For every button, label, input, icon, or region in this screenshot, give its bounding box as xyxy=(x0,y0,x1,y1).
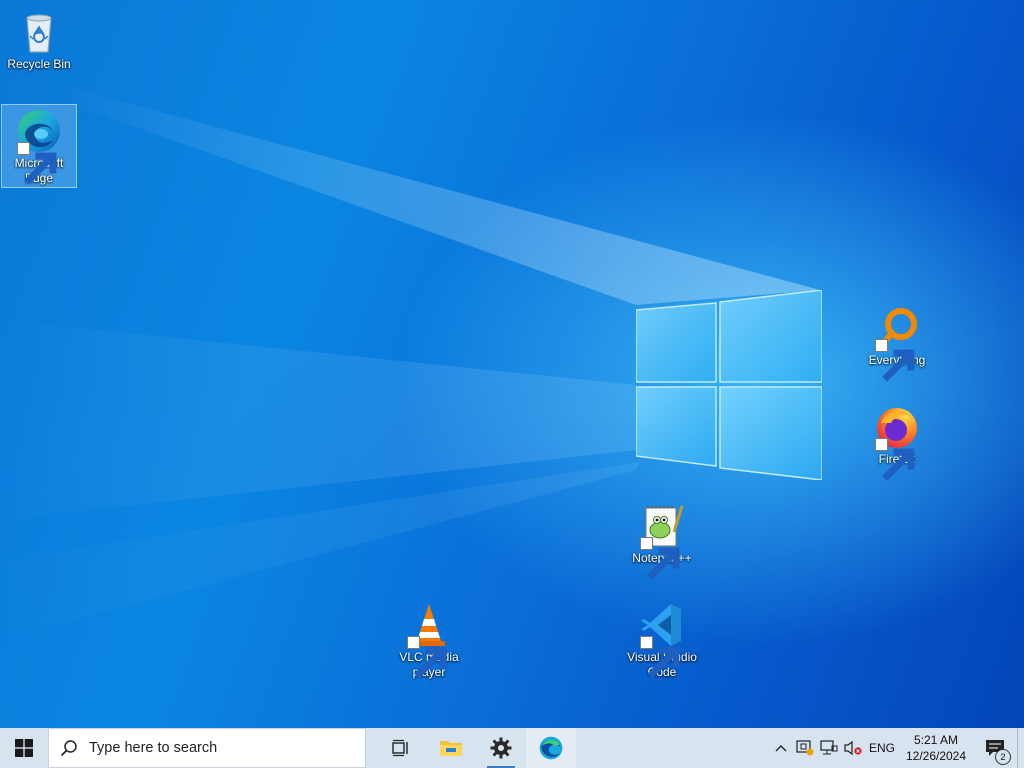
edge-icon xyxy=(15,107,63,185)
vlc-icon xyxy=(405,601,453,679)
shortcut-arrow-icon xyxy=(640,537,680,580)
desktop-icon-visual-studio-code[interactable]: Visual Studio Code xyxy=(624,599,700,682)
taskbar-search-box[interactable]: Type here to search xyxy=(48,728,366,768)
action-center-button[interactable]: 2 xyxy=(973,728,1017,768)
volume-muted-icon xyxy=(844,740,862,756)
settings-taskbar-button[interactable] xyxy=(476,728,526,768)
network-icon xyxy=(820,740,838,755)
notepadpp-icon xyxy=(638,502,686,580)
network-tray-icon[interactable] xyxy=(817,728,841,768)
gear-icon xyxy=(490,737,512,759)
clock-date: 12/26/2024 xyxy=(905,749,967,763)
windows-logo-wallpaper xyxy=(636,290,822,480)
input-language-indicator[interactable]: ENG xyxy=(865,741,899,755)
search-placeholder: Type here to search xyxy=(89,740,218,756)
task-view-button[interactable] xyxy=(376,728,426,768)
everything-icon xyxy=(873,304,921,382)
show-hidden-icons-button[interactable] xyxy=(769,728,793,768)
taskbar-clock[interactable]: 5:21 AM 12/26/2024 xyxy=(899,732,973,764)
task-view-icon xyxy=(392,739,408,757)
desktop-icon-notepadpp[interactable]: Notepad++ xyxy=(624,500,700,580)
vscode-icon xyxy=(638,601,686,679)
defender-warning-icon xyxy=(796,740,814,756)
volume-tray-icon[interactable] xyxy=(841,728,865,768)
start-button[interactable] xyxy=(0,728,48,768)
desktop[interactable]: Recycle Bin Microsoft Edge Everything Fi… xyxy=(0,0,1024,728)
edge-icon xyxy=(539,736,563,760)
search-icon xyxy=(49,739,89,757)
shortcut-arrow-icon xyxy=(17,142,57,185)
taskbar: Type here to search ENG 5:21 AM 12/26/20… xyxy=(0,728,1024,768)
show-desktop-button[interactable] xyxy=(1017,728,1024,768)
system-tray: ENG 5:21 AM 12/26/2024 2 xyxy=(769,728,1024,768)
windows-start-icon xyxy=(15,739,33,757)
shortcut-arrow-icon xyxy=(875,339,915,382)
desktop-icon-vlc-media-player[interactable]: VLC media player xyxy=(391,599,467,682)
clock-time: 5:21 AM xyxy=(913,733,959,747)
edge-taskbar-button[interactable] xyxy=(526,728,576,768)
desktop-icon-firefox[interactable]: Firefox xyxy=(859,401,935,481)
firefox-icon xyxy=(873,403,921,481)
desktop-icon-everything[interactable]: Everything xyxy=(859,302,935,382)
shortcut-arrow-icon xyxy=(875,438,915,481)
security-tray-icon[interactable] xyxy=(793,728,817,768)
desktop-icon-microsoft-edge[interactable]: Microsoft Edge xyxy=(1,104,77,188)
folder-icon xyxy=(440,741,462,756)
recycle-bin-icon xyxy=(15,8,63,56)
desktop-icon-label: Recycle Bin xyxy=(7,57,71,71)
desktop-icon-recycle-bin[interactable]: Recycle Bin xyxy=(1,6,77,74)
shortcut-arrow-icon xyxy=(407,636,447,679)
notification-count-badge: 2 xyxy=(995,749,1011,765)
file-explorer-button[interactable] xyxy=(426,728,476,768)
shortcut-arrow-icon xyxy=(640,636,680,679)
chevron-up-icon xyxy=(775,745,787,752)
